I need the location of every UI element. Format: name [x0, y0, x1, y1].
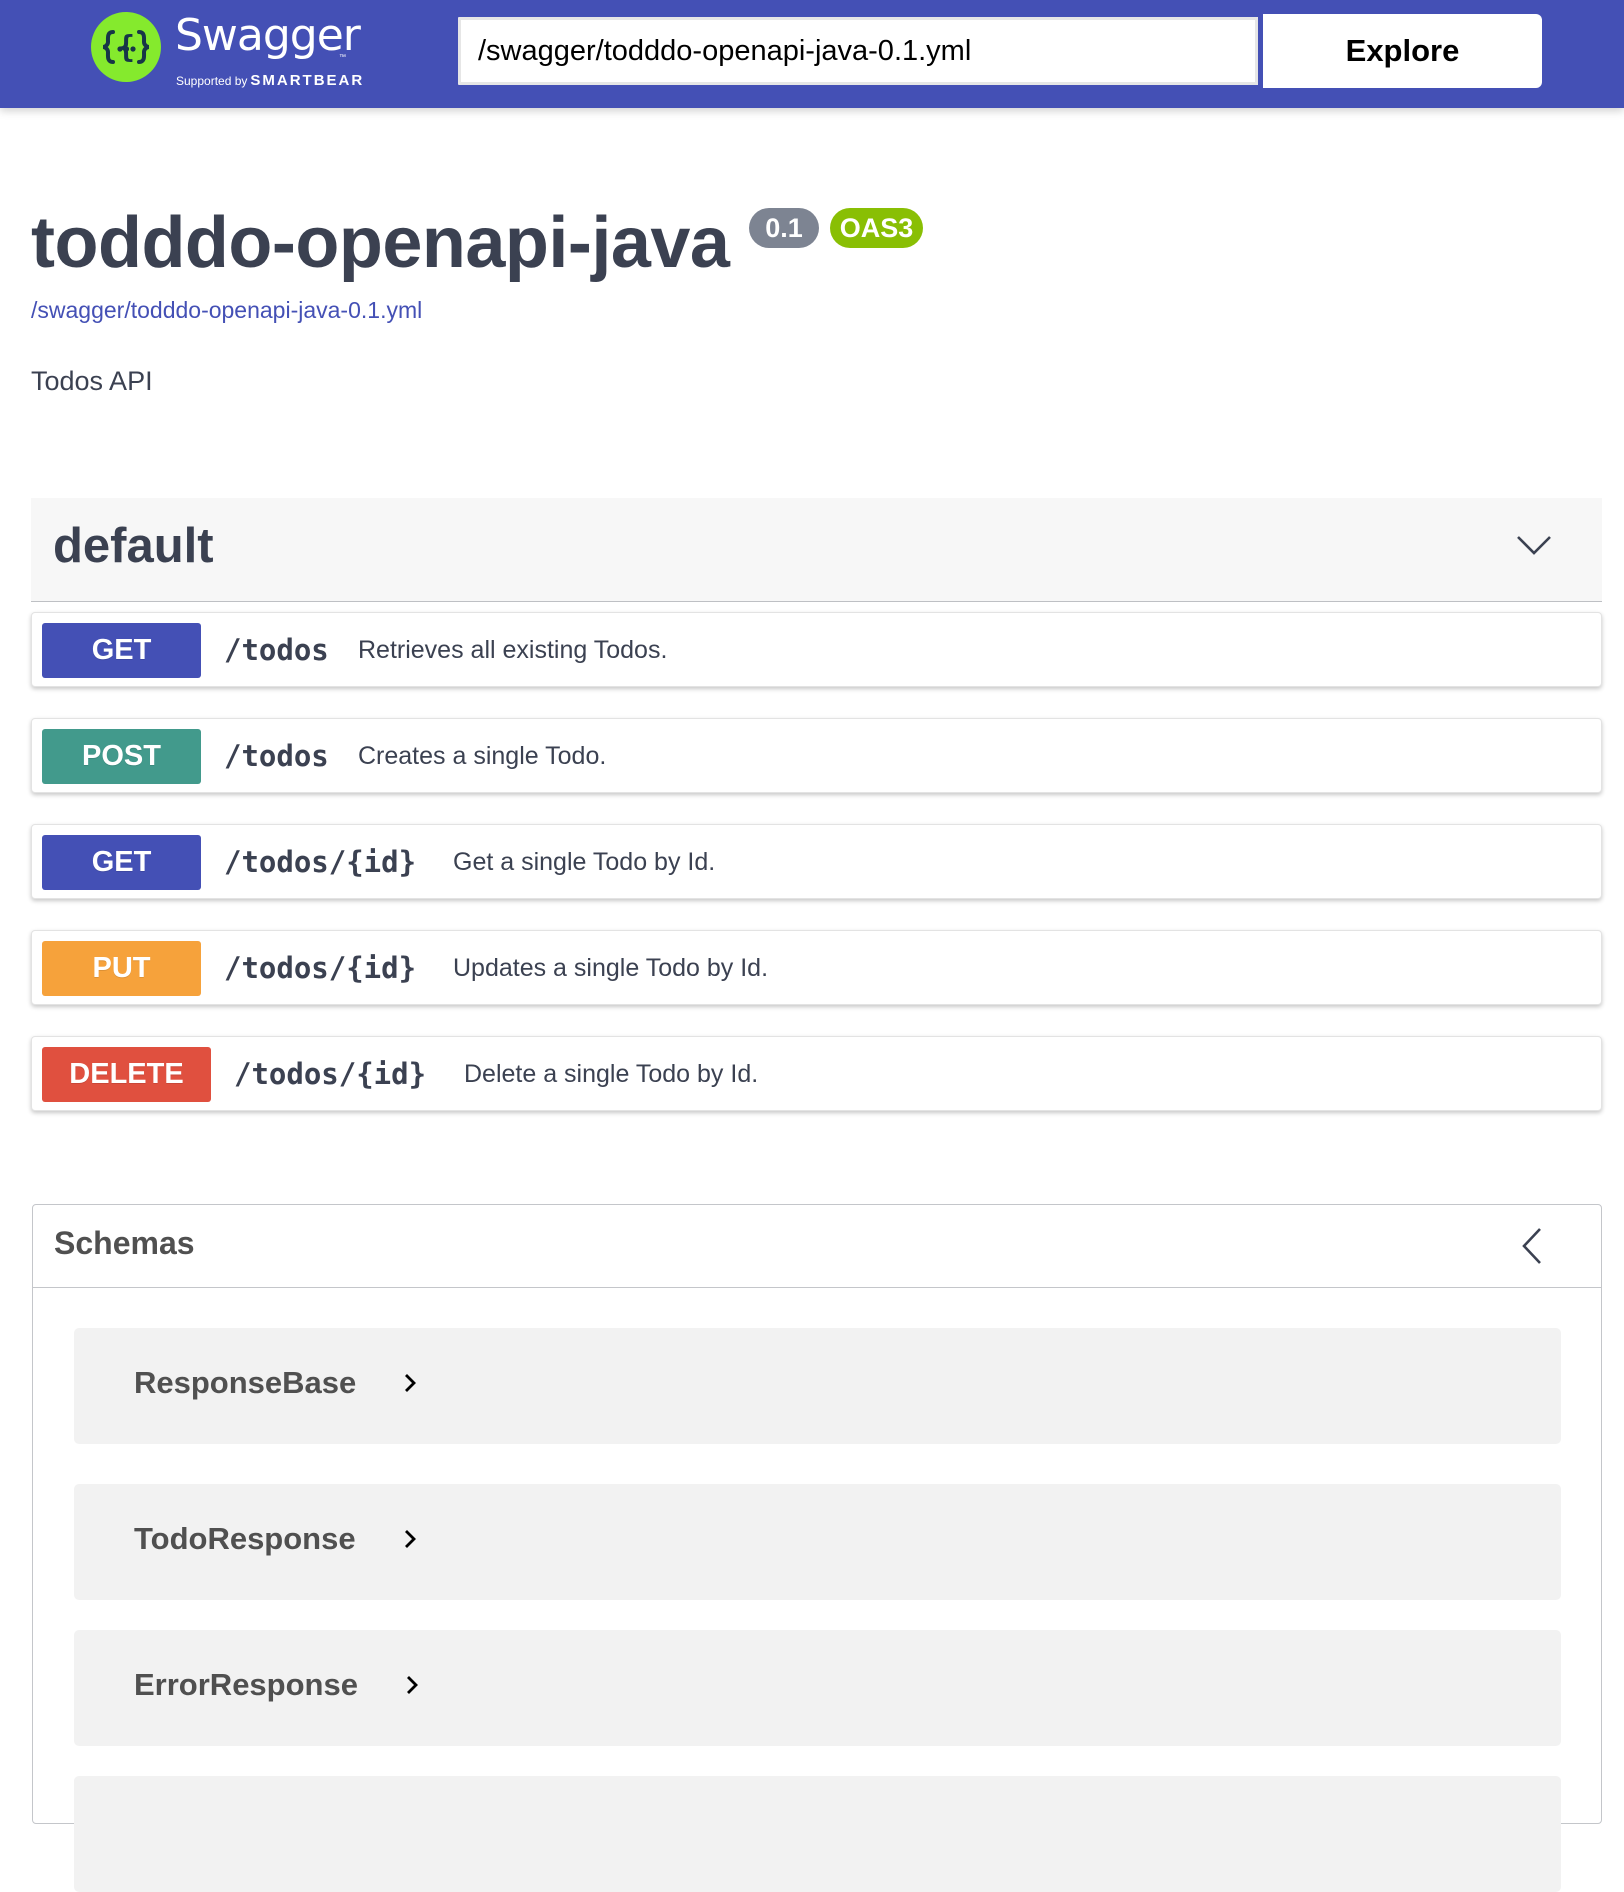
- swagger-logo-text: Swagger: [175, 10, 361, 61]
- operation-path: /todos: [224, 739, 329, 773]
- model-responsebase[interactable]: ResponseBase: [74, 1328, 1561, 1444]
- operation-get-todos[interactable]: GET /todos Retrieves all existing Todos.: [31, 612, 1602, 687]
- swagger-logo[interactable]: { Swagger ™ Supported bySMARTBEAR: [91, 12, 391, 96]
- model-errorresponse[interactable]: ErrorResponse: [74, 1630, 1561, 1746]
- spec-url-input[interactable]: [455, 14, 1261, 88]
- tag-default-header[interactable]: default: [31, 498, 1602, 602]
- oas-badge: OAS3: [830, 208, 923, 248]
- chevron-left-icon: [1522, 1228, 1541, 1264]
- model-todoresponse[interactable]: TodoResponse: [74, 1484, 1561, 1600]
- api-description: Todos API: [31, 366, 153, 396]
- model-partial[interactable]: [74, 1776, 1561, 1892]
- topbar: { Swagger ™ Supported bySMARTBEAR Explor…: [0, 0, 1624, 108]
- method-badge: GET: [42, 835, 201, 890]
- swagger-logo-icon: {: [91, 12, 161, 82]
- chevron-right-icon: [407, 1676, 418, 1694]
- schemas-section: Schemas ResponseBase TodoResponse ErrorR…: [32, 1204, 1602, 1892]
- method-badge: PUT: [42, 941, 201, 996]
- smartbear-text: SMARTBEAR: [250, 72, 365, 89]
- method-badge: GET: [42, 623, 201, 678]
- operation-path: /todos/{id}: [224, 951, 417, 985]
- chevron-right-icon: [405, 1374, 416, 1392]
- version-badge: 0.1: [749, 208, 819, 248]
- supported-by-text: Supported by: [176, 74, 248, 88]
- tag-name: default: [53, 519, 214, 573]
- chevron-down-icon: [1517, 536, 1551, 555]
- trademark-mark: ™: [339, 54, 346, 61]
- method-badge: POST: [42, 729, 201, 784]
- logo-tagline: Supported by SMARTBEAR: [176, 73, 364, 89]
- operation-put-todo-by-id[interactable]: PUT /todos/{id} Updates a single Todo by…: [31, 930, 1602, 1005]
- api-title: todddo-openapi-java: [31, 203, 730, 283]
- model-name: ErrorResponse: [134, 1667, 358, 1702]
- operation-get-todo-by-id[interactable]: GET /todos/{id} Get a single Todo by Id.: [31, 824, 1602, 899]
- operation-summary: Delete a single Todo by Id.: [464, 1060, 759, 1088]
- operation-path: /todos/{id}: [224, 845, 417, 879]
- operation-summary: Retrieves all existing Todos.: [358, 636, 668, 664]
- operation-post-todos[interactable]: POST /todos Creates a single Todo.: [31, 718, 1602, 793]
- model-name: TodoResponse: [134, 1521, 356, 1556]
- method-badge: DELETE: [42, 1047, 211, 1102]
- schemas-header[interactable]: Schemas: [33, 1205, 1601, 1288]
- operation-summary: Creates a single Todo.: [358, 742, 607, 770]
- operation-path: /todos: [224, 633, 329, 667]
- explore-button[interactable]: Explore: [1263, 14, 1542, 88]
- chevron-right-icon: [405, 1530, 416, 1548]
- operation-summary: Get a single Todo by Id.: [453, 848, 716, 876]
- model-name: ResponseBase: [134, 1365, 357, 1400]
- operation-delete-todo-by-id[interactable]: DELETE /todos/{id} Delete a single Todo …: [31, 1036, 1602, 1111]
- schemas-title: Schemas: [54, 1225, 195, 1261]
- spec-link[interactable]: /swagger/todddo-openapi-java-0.1.yml: [31, 297, 422, 324]
- operation-summary: Updates a single Todo by Id.: [453, 954, 769, 982]
- operation-path: /todos/{id}: [234, 1057, 427, 1091]
